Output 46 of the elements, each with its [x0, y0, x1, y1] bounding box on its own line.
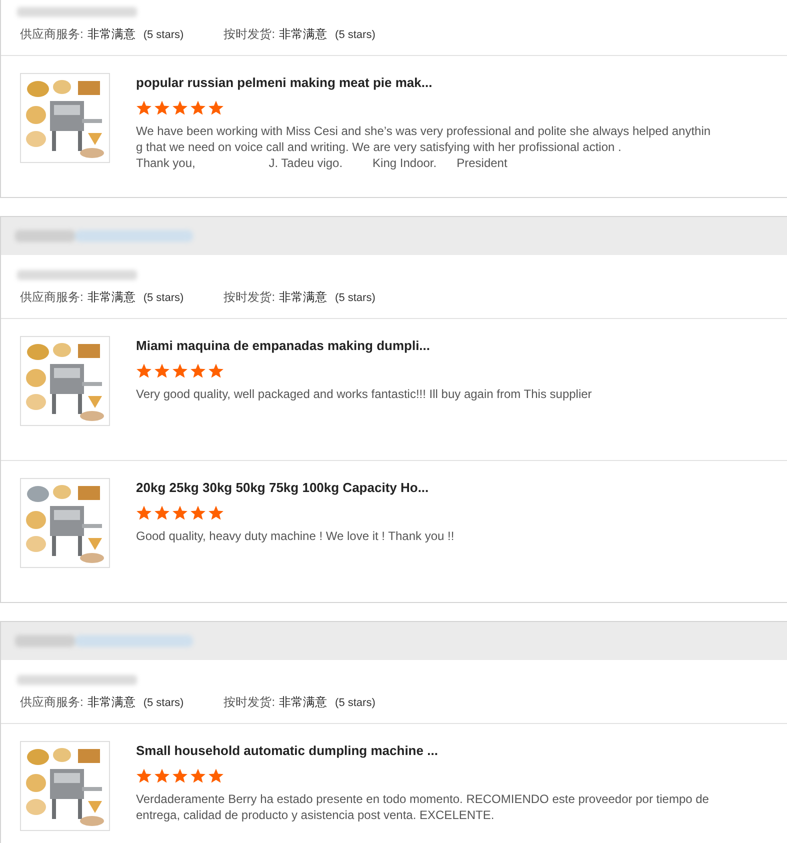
rating-note: (5 stars) — [143, 697, 184, 709]
rating-note: (5 stars) — [143, 292, 184, 304]
rating-value: 非常满意 — [279, 289, 328, 306]
star-icon — [136, 363, 152, 379]
product-title[interactable]: popular russian pelmeni making meat pie mak... — [136, 75, 711, 90]
star-icon — [154, 100, 170, 116]
rating-value: 非常满意 — [279, 694, 328, 711]
review-text: Good quality, heavy duty machine ! We love it ! Thank you !! — [136, 528, 454, 544]
rating-note: (5 stars) — [335, 29, 376, 41]
star-icon — [190, 505, 206, 521]
star-icon — [136, 768, 152, 784]
star-icon — [208, 505, 224, 521]
rating-value: 非常满意 — [87, 26, 136, 43]
star-icon — [190, 363, 206, 379]
star-icon — [208, 768, 224, 784]
star-icon — [136, 505, 152, 521]
star-icon — [172, 363, 188, 379]
rating-label: 供应商服务: — [20, 26, 84, 43]
star-icon — [172, 505, 188, 521]
product-title[interactable]: 20kg 25kg 30kg 50kg 75kg 100kg Capacity Ho... — [136, 480, 454, 495]
rating-label: 供应商服务: — [20, 289, 84, 306]
rating-label: 按时发货: — [224, 26, 276, 43]
rating-value: 非常满意 — [87, 694, 136, 711]
star-icon — [208, 363, 224, 379]
star-icon — [154, 363, 170, 379]
rating-note: (5 stars) — [335, 697, 376, 709]
rating-label: 供应商服务: — [20, 694, 84, 711]
rating-value: 非常满意 — [87, 289, 136, 306]
star-icon — [154, 768, 170, 784]
review-text: We have been working with Miss Cesi and she’s was very professional and polite she always helped anythin g that we need on voice call and writing. We are very satisfying with her profissional action . Thank you, J. Tadeu vigo. King Indoor. President — [136, 123, 711, 171]
star-icon — [208, 100, 224, 116]
star-icon — [136, 100, 152, 116]
star-icon — [190, 100, 206, 116]
rating-value: 非常满意 — [279, 26, 328, 43]
rating-note: (5 stars) — [143, 29, 184, 41]
star-icon — [154, 505, 170, 521]
review-text: Very good quality, well packaged and works fantastic!!! Ill buy again from This supplier — [136, 386, 592, 402]
star-icon — [190, 768, 206, 784]
star-icon — [172, 100, 188, 116]
star-icon — [172, 768, 188, 784]
rating-label: 按时发货: — [224, 694, 276, 711]
rating-note: (5 stars) — [335, 292, 376, 304]
product-title[interactable]: Small household automatic dumpling machine ... — [136, 743, 709, 758]
review-text: Verdaderamente Berry ha estado presente en todo momento. RECOMIENDO este proveedor por tiempo de entrega, calidad de producto y asistencia post venta. EXCELENTE. — [136, 791, 709, 823]
rating-label: 按时发货: — [224, 289, 276, 306]
product-title[interactable]: Miami maquina de empanadas making dumpli... — [136, 338, 592, 353]
